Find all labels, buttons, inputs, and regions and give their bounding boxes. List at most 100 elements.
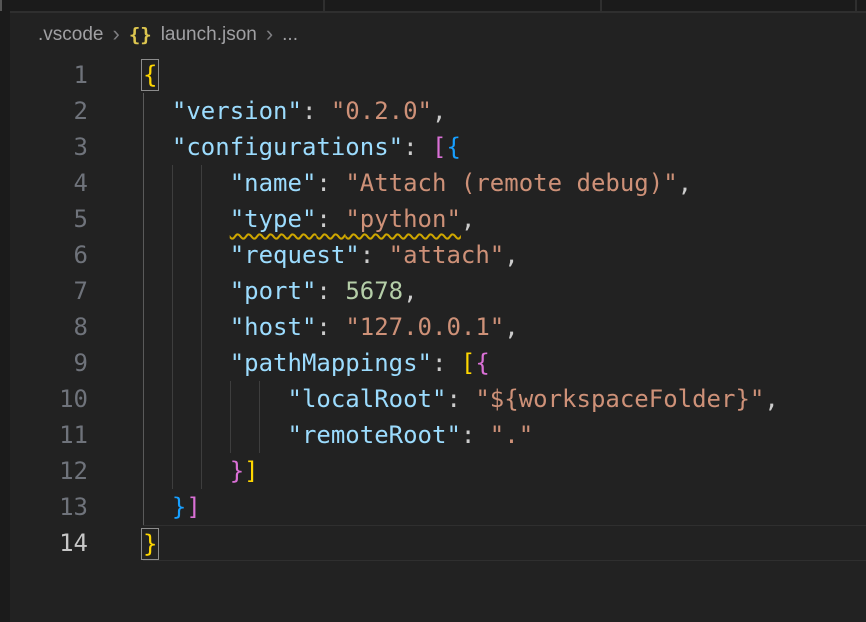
line-number[interactable]: 5 — [10, 201, 88, 237]
line-number[interactable]: 11 — [10, 417, 88, 453]
indent-guide — [201, 417, 202, 453]
indent-guide — [259, 417, 260, 453]
code-text: } — [143, 525, 866, 561]
code-line[interactable]: 9 "pathMappings": [{ — [10, 345, 866, 381]
editor[interactable]: 1{2 "version": "0.2.0",3 "configurations… — [10, 57, 866, 561]
code-token: "name" — [230, 169, 317, 197]
line-number[interactable]: 8 — [10, 309, 88, 345]
line-number[interactable]: 9 — [10, 345, 88, 381]
code-text: "name": "Attach (remote debug)", — [143, 165, 866, 201]
indent-guide — [172, 453, 173, 489]
code-token: "." — [490, 421, 533, 449]
code-text: }] — [143, 453, 866, 489]
code-line[interactable]: 10 "localRoot": "${workspaceFolder}", — [10, 381, 866, 417]
code-token: : — [316, 169, 345, 197]
code-line[interactable]: 8 "host": "127.0.0.1", — [10, 309, 866, 345]
indent-guide — [172, 381, 173, 417]
tab-bar[interactable] — [0, 0, 866, 11]
code-text: "request": "attach", — [143, 237, 866, 273]
indent-guide — [172, 309, 173, 345]
line-number[interactable]: 1 — [10, 57, 88, 93]
code-token — [143, 385, 288, 413]
code-token: : — [403, 133, 432, 161]
code-line[interactable]: 14} — [10, 525, 866, 561]
code-token: } — [230, 457, 244, 485]
code-token: : — [432, 349, 461, 377]
code-line[interactable]: 1{ — [10, 57, 866, 93]
indent-guide — [230, 417, 231, 453]
code-token — [143, 457, 230, 485]
code-text: "type": "python", — [143, 201, 866, 237]
line-number[interactable]: 12 — [10, 453, 88, 489]
code-text: }] — [143, 489, 866, 525]
code-token — [143, 349, 230, 377]
code-line[interactable]: 11 "remoteRoot": "." — [10, 417, 866, 453]
code-token: : — [316, 277, 345, 305]
line-number[interactable]: 10 — [10, 381, 88, 417]
indent-guide — [172, 201, 173, 237]
active-indent-guide — [143, 309, 144, 345]
active-indent-guide — [143, 453, 144, 489]
code-token — [143, 493, 172, 521]
code-text: { — [143, 57, 866, 93]
indent-guide — [172, 165, 173, 201]
breadcrumb-symbol[interactable]: ... — [282, 24, 298, 46]
breadcrumb-file[interactable]: launch.json — [161, 24, 257, 46]
breadcrumb-folder[interactable]: .vscode — [38, 24, 103, 46]
code-token: , — [678, 169, 692, 197]
line-number[interactable]: 14 — [10, 525, 88, 561]
indent-guide — [172, 345, 173, 381]
indent-guide — [201, 381, 202, 417]
line-number[interactable]: 3 — [10, 129, 88, 165]
indent-guide — [201, 165, 202, 201]
code-token: "version" — [172, 97, 302, 125]
code-token: "localRoot" — [288, 385, 447, 413]
indent-guide — [201, 237, 202, 273]
indent-guide — [201, 273, 202, 309]
code-token: "attach" — [389, 241, 505, 269]
line-number[interactable]: 4 — [10, 165, 88, 201]
code-text: "localRoot": "${workspaceFolder}", — [143, 381, 866, 417]
code-line[interactable]: 7 "port": 5678, — [10, 273, 866, 309]
code-token: "configurations" — [172, 133, 403, 161]
bracket-match: { — [143, 61, 157, 89]
code-token — [143, 133, 172, 161]
code-token: : — [461, 421, 490, 449]
line-number[interactable]: 6 — [10, 237, 88, 273]
line-number[interactable]: 13 — [10, 489, 88, 525]
active-indent-guide — [143, 201, 144, 237]
code-token — [143, 97, 172, 125]
active-indent-guide — [143, 489, 144, 525]
code-line[interactable]: 5 "type": "python", — [10, 201, 866, 237]
editor-panel: .vscode › {} launch.json › ... 1{2 "vers… — [10, 13, 866, 622]
code-token: 5678 — [345, 277, 403, 305]
code-token — [143, 205, 230, 233]
code-token: "host" — [230, 313, 317, 341]
bracket-match: } — [143, 530, 157, 558]
code-token — [143, 421, 288, 449]
active-indent-guide — [143, 417, 144, 453]
code-line[interactable]: 12 }] — [10, 453, 866, 489]
code-token: "python" — [345, 205, 461, 233]
code-token: "0.2.0" — [331, 97, 432, 125]
code-token: [ — [432, 133, 446, 161]
code-token — [143, 277, 230, 305]
code-text: "remoteRoot": "." — [143, 417, 866, 453]
chevron-right-icon: › — [266, 23, 273, 45]
active-indent-guide — [143, 129, 144, 165]
code-line[interactable]: 13 }] — [10, 489, 866, 525]
code-token: , — [764, 385, 778, 413]
code-line[interactable]: 2 "version": "0.2.0", — [10, 93, 866, 129]
code-line[interactable]: 6 "request": "attach", — [10, 237, 866, 273]
code-line[interactable]: 4 "name": "Attach (remote debug)", — [10, 165, 866, 201]
code-line[interactable]: 3 "configurations": [{ — [10, 129, 866, 165]
line-number[interactable]: 2 — [10, 93, 88, 129]
indent-guide — [230, 381, 231, 417]
tab-separator — [323, 0, 325, 11]
code-token: "port" — [230, 277, 317, 305]
code-text: "port": 5678, — [143, 273, 866, 309]
indent-guide — [201, 309, 202, 345]
line-number[interactable]: 7 — [10, 273, 88, 309]
code-token: { — [446, 133, 460, 161]
breadcrumb: .vscode › {} launch.json › ... — [10, 13, 866, 57]
